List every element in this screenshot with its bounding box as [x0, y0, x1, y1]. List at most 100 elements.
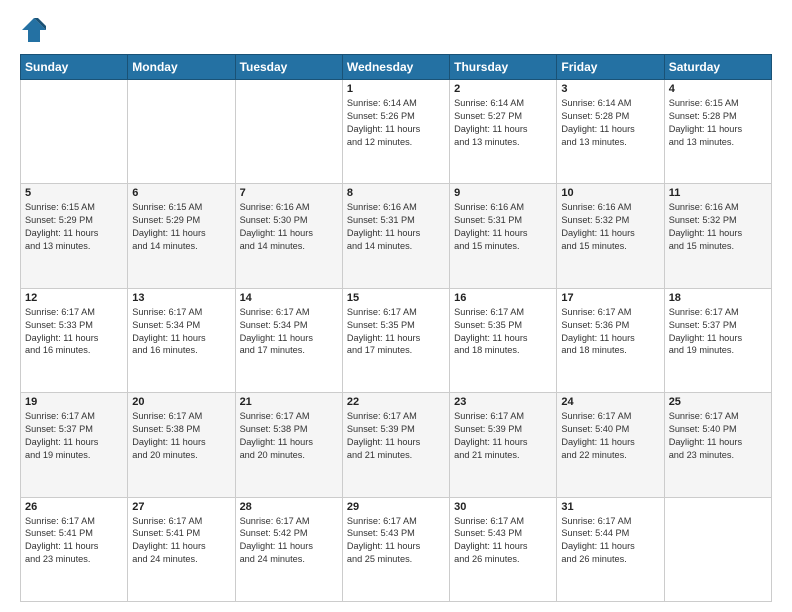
weekday-friday: Friday — [557, 55, 664, 80]
day-info: Sunrise: 6:16 AM Sunset: 5:32 PM Dayligh… — [669, 201, 767, 253]
page: SundayMondayTuesdayWednesdayThursdayFrid… — [0, 0, 792, 612]
day-info: Sunrise: 6:17 AM Sunset: 5:41 PM Dayligh… — [132, 515, 230, 567]
calendar-cell: 16Sunrise: 6:17 AM Sunset: 5:35 PM Dayli… — [450, 288, 557, 392]
day-number: 25 — [669, 396, 767, 408]
calendar-cell: 4 Sunrise: 6:15 AM Sunset: 5:28 PM Daylig… — [664, 80, 771, 184]
calendar-cell: 30Sunrise: 6:17 AM Sunset: 5:43 PM Dayli… — [450, 497, 557, 601]
day-number: 30 — [454, 501, 552, 513]
logo-icon — [20, 16, 48, 44]
calendar-cell: 7Sunrise: 6:16 AM Sunset: 5:30 PM Daylig… — [235, 184, 342, 288]
day-number: 3 — [561, 83, 659, 95]
day-info: Sunrise: 6:17 AM Sunset: 5:35 PM Dayligh… — [454, 306, 552, 358]
day-number: 5 — [25, 187, 123, 199]
calendar-table: SundayMondayTuesdayWednesdayThursdayFrid… — [20, 54, 772, 602]
weekday-wednesday: Wednesday — [342, 55, 449, 80]
day-number: 9 — [454, 187, 552, 199]
day-number: 4 — [669, 83, 767, 95]
week-row-3: 12 Sunrise: 6:17 AM Sunset: 5:33 PM Dayli… — [21, 288, 772, 392]
calendar-cell: 1 Sunrise: 6:14 AM Sunset: 5:26 PM Daylig… — [342, 80, 449, 184]
day-info: Sunrise: 6:17 AM Sunset: 5:41 PM Dayligh… — [25, 515, 123, 567]
week-row-1: 1 Sunrise: 6:14 AM Sunset: 5:26 PM Daylig… — [21, 80, 772, 184]
day-info: Sunrise: 6:17 AM Sunset: 5:37 PM Dayligh… — [669, 306, 767, 358]
day-info: Sunrise: 6:17 AM Sunset: 5:33 PM Dayligh… — [25, 306, 123, 358]
calendar-cell — [128, 80, 235, 184]
week-row-4: 19 Sunrise: 6:17 AM Sunset: 5:37 PM Dayli… — [21, 393, 772, 497]
day-info: Sunrise: 6:14 AM Sunset: 5:27 PM Dayligh… — [454, 97, 552, 149]
calendar-cell — [235, 80, 342, 184]
day-number: 29 — [347, 501, 445, 513]
day-number: 6 — [132, 187, 230, 199]
calendar-cell: 27 Sunrise: 6:17 AM Sunset: 5:41 PM Dayli… — [128, 497, 235, 601]
calendar-cell: 5 Sunrise: 6:15 AM Sunset: 5:29 PM Daylig… — [21, 184, 128, 288]
day-info: Sunrise: 6:15 AM Sunset: 5:28 PM Dayligh… — [669, 97, 767, 149]
calendar-cell: 15Sunrise: 6:17 AM Sunset: 5:35 PM Dayli… — [342, 288, 449, 392]
day-info: Sunrise: 6:14 AM Sunset: 5:28 PM Dayligh… — [561, 97, 659, 149]
day-info: Sunrise: 6:17 AM Sunset: 5:37 PM Dayligh… — [25, 410, 123, 462]
calendar-cell: 3 Sunrise: 6:14 AM Sunset: 5:28 PM Daylig… — [557, 80, 664, 184]
day-number: 20 — [132, 396, 230, 408]
calendar-cell — [21, 80, 128, 184]
calendar-cell: 17 Sunrise: 6:17 AM Sunset: 5:36 PM Dayli… — [557, 288, 664, 392]
day-number: 23 — [454, 396, 552, 408]
day-info: Sunrise: 6:17 AM Sunset: 5:43 PM Dayligh… — [347, 515, 445, 567]
day-info: Sunrise: 6:16 AM Sunset: 5:32 PM Dayligh… — [561, 201, 659, 253]
day-number: 10 — [561, 187, 659, 199]
logo — [20, 16, 52, 44]
weekday-thursday: Thursday — [450, 55, 557, 80]
day-number: 13 — [132, 292, 230, 304]
day-info: Sunrise: 6:16 AM Sunset: 5:31 PM Dayligh… — [347, 201, 445, 253]
day-info: Sunrise: 6:17 AM Sunset: 5:42 PM Dayligh… — [240, 515, 338, 567]
day-number: 19 — [25, 396, 123, 408]
day-number: 15 — [347, 292, 445, 304]
calendar-cell — [664, 497, 771, 601]
day-number: 11 — [669, 187, 767, 199]
day-number: 28 — [240, 501, 338, 513]
day-number: 17 — [561, 292, 659, 304]
calendar-cell: 14Sunrise: 6:17 AM Sunset: 5:34 PM Dayli… — [235, 288, 342, 392]
calendar-cell: 6 Sunrise: 6:15 AM Sunset: 5:29 PM Daylig… — [128, 184, 235, 288]
day-info: Sunrise: 6:17 AM Sunset: 5:38 PM Dayligh… — [132, 410, 230, 462]
calendar-cell: 2 Sunrise: 6:14 AM Sunset: 5:27 PM Daylig… — [450, 80, 557, 184]
calendar-cell: 24Sunrise: 6:17 AM Sunset: 5:40 PM Dayli… — [557, 393, 664, 497]
day-number: 27 — [132, 501, 230, 513]
calendar-cell: 19 Sunrise: 6:17 AM Sunset: 5:37 PM Dayli… — [21, 393, 128, 497]
day-number: 1 — [347, 83, 445, 95]
day-info: Sunrise: 6:16 AM Sunset: 5:30 PM Dayligh… — [240, 201, 338, 253]
day-number: 31 — [561, 501, 659, 513]
day-number: 26 — [25, 501, 123, 513]
day-info: Sunrise: 6:17 AM Sunset: 5:38 PM Dayligh… — [240, 410, 338, 462]
calendar-cell: 21 Sunrise: 6:17 AM Sunset: 5:38 PM Dayli… — [235, 393, 342, 497]
day-info: Sunrise: 6:17 AM Sunset: 5:44 PM Dayligh… — [561, 515, 659, 567]
calendar-cell: 10 Sunrise: 6:16 AM Sunset: 5:32 PM Dayli… — [557, 184, 664, 288]
weekday-monday: Monday — [128, 55, 235, 80]
day-number: 21 — [240, 396, 338, 408]
day-info: Sunrise: 6:14 AM Sunset: 5:26 PM Dayligh… — [347, 97, 445, 149]
calendar-cell: 23Sunrise: 6:17 AM Sunset: 5:39 PM Dayli… — [450, 393, 557, 497]
day-info: Sunrise: 6:15 AM Sunset: 5:29 PM Dayligh… — [25, 201, 123, 253]
day-info: Sunrise: 6:17 AM Sunset: 5:36 PM Dayligh… — [561, 306, 659, 358]
day-info: Sunrise: 6:16 AM Sunset: 5:31 PM Dayligh… — [454, 201, 552, 253]
calendar-cell: 12 Sunrise: 6:17 AM Sunset: 5:33 PM Dayli… — [21, 288, 128, 392]
calendar-cell: 8 Sunrise: 6:16 AM Sunset: 5:31 PM Daylig… — [342, 184, 449, 288]
day-number: 24 — [561, 396, 659, 408]
day-number: 8 — [347, 187, 445, 199]
calendar-cell: 18Sunrise: 6:17 AM Sunset: 5:37 PM Dayli… — [664, 288, 771, 392]
calendar-cell: 28 Sunrise: 6:17 AM Sunset: 5:42 PM Dayli… — [235, 497, 342, 601]
header — [20, 16, 772, 44]
day-number: 2 — [454, 83, 552, 95]
week-row-2: 5 Sunrise: 6:15 AM Sunset: 5:29 PM Daylig… — [21, 184, 772, 288]
calendar-cell: 13Sunrise: 6:17 AM Sunset: 5:34 PM Dayli… — [128, 288, 235, 392]
day-number: 14 — [240, 292, 338, 304]
weekday-sunday: Sunday — [21, 55, 128, 80]
day-number: 22 — [347, 396, 445, 408]
day-info: Sunrise: 6:15 AM Sunset: 5:29 PM Dayligh… — [132, 201, 230, 253]
calendar-cell: 9 Sunrise: 6:16 AM Sunset: 5:31 PM Daylig… — [450, 184, 557, 288]
calendar-cell: 25Sunrise: 6:17 AM Sunset: 5:40 PM Dayli… — [664, 393, 771, 497]
week-row-5: 26 Sunrise: 6:17 AM Sunset: 5:41 PM Dayli… — [21, 497, 772, 601]
weekday-header-row: SundayMondayTuesdayWednesdayThursdayFrid… — [21, 55, 772, 80]
calendar-cell: 26 Sunrise: 6:17 AM Sunset: 5:41 PM Dayli… — [21, 497, 128, 601]
day-info: Sunrise: 6:17 AM Sunset: 5:39 PM Dayligh… — [347, 410, 445, 462]
calendar-cell: 29 Sunrise: 6:17 AM Sunset: 5:43 PM Dayli… — [342, 497, 449, 601]
day-number: 12 — [25, 292, 123, 304]
calendar-cell: 31 Sunrise: 6:17 AM Sunset: 5:44 PM Dayli… — [557, 497, 664, 601]
